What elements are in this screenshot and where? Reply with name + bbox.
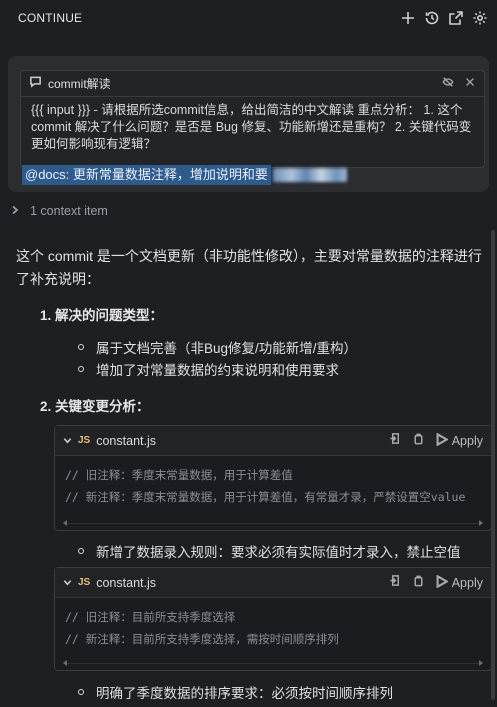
code-block-1: JS constant.js Apply // 旧注释：季度末常量数据，用于计算… [54, 425, 492, 531]
code-block-header: JS constant.js Apply [55, 568, 491, 598]
eye-off-icon[interactable] [442, 75, 454, 93]
apply-button[interactable]: Apply [435, 574, 483, 591]
plus-icon[interactable] [399, 9, 417, 27]
bullet-icon [78, 689, 84, 695]
history-icon[interactable] [423, 9, 441, 27]
code-line: // 新注释：季度末常量数据，用于计算差值，有常量才录，严禁设置空value [65, 490, 466, 504]
play-icon [435, 432, 449, 449]
code-content: // 旧注释：目前所支持季度选择 // 新注释：目前所支持季度选择，需按时间顺序… [55, 598, 491, 650]
code-block-2: JS constant.js Apply // 旧注释：目前所支持季度选择 //… [54, 567, 492, 671]
bullet-icon [78, 548, 84, 554]
horizontal-scrollbar[interactable] [63, 660, 483, 666]
prompt-name: commit解读 [48, 77, 111, 91]
list-item: 属于文档完善（非Bug修复/功能新增/重构） [78, 337, 357, 357]
js-file-icon: JS [78, 435, 91, 446]
prompt-text: {{{ input }}} - 请根据所选commit信息，给出简洁的中文解读 … [31, 103, 472, 151]
section-1-heading: 1. 解决的问题类型： [40, 308, 164, 323]
top-bar: CONTINUE [0, 0, 497, 36]
list-item: 明确了季度数据的排序要求：必须按时间顺序排列 [78, 682, 393, 702]
docs-input-line[interactable]: @docs: 更新常量数据注释，增加说明和要 [22, 164, 347, 186]
insert-at-cursor-icon[interactable] [389, 574, 402, 592]
list-item: 增加了对常量数据的约束说明和使用要求 [78, 359, 339, 379]
section-2-heading: 2. 关键变更分析： [40, 399, 150, 414]
chevron-down-icon[interactable] [63, 574, 72, 592]
play-icon [435, 574, 449, 591]
panel-title: CONTINUE [18, 11, 83, 25]
docs-selection[interactable]: @docs: 更新常量数据注释，增加说明和要 [22, 165, 271, 185]
horizontal-scrollbar[interactable] [63, 520, 483, 526]
code-filename[interactable]: constant.js [96, 576, 156, 590]
code-line: // 旧注释：目前所支持季度选择 [65, 610, 236, 624]
input-panel: commit解读 {{{ input }}} - 请根据所选commit信息，给… [8, 56, 489, 192]
code-filename[interactable]: constant.js [96, 434, 156, 448]
chevron-right-icon [10, 204, 20, 218]
redacted-text [272, 168, 347, 182]
copy-icon[interactable] [412, 574, 425, 592]
code-line: // 旧注释：季度末常量数据，用于计算差值 [65, 468, 293, 482]
prompt-card: commit解读 {{{ input }}} - 请根据所选commit信息，给… [20, 70, 485, 168]
prompt-header: commit解读 [21, 71, 484, 97]
vertical-scrollbar[interactable] [491, 230, 495, 700]
gear-icon[interactable] [471, 9, 489, 27]
close-icon[interactable] [464, 75, 476, 93]
chevron-down-icon[interactable] [63, 432, 72, 450]
list-item: 新增了数据录入规则：要求必须有实际值时才录入，禁止空值 [78, 541, 461, 561]
open-external-icon[interactable] [447, 9, 465, 27]
answer-intro: 这个 commit 是一个文档更新（非功能性修改），主要对常量数据的注释进行了补… [16, 248, 482, 287]
top-actions [399, 9, 489, 27]
bullet-icon [78, 344, 84, 350]
context-items-label: 1 context item [30, 204, 108, 218]
code-content: // 旧注释：季度末常量数据，用于计算差值 // 新注释：季度末常量数据，用于计… [55, 456, 491, 508]
chat-bubble-icon [29, 75, 42, 93]
copy-icon[interactable] [412, 432, 425, 450]
apply-button[interactable]: Apply [435, 432, 483, 449]
bullet-icon [78, 366, 84, 372]
code-block-header: JS constant.js Apply [55, 426, 491, 456]
code-line: // 新注释：目前所支持季度选择，需按时间顺序排列 [65, 632, 339, 646]
insert-at-cursor-icon[interactable] [389, 432, 402, 450]
js-file-icon: JS [78, 577, 91, 588]
context-items-toggle[interactable]: 1 context item [10, 201, 108, 221]
